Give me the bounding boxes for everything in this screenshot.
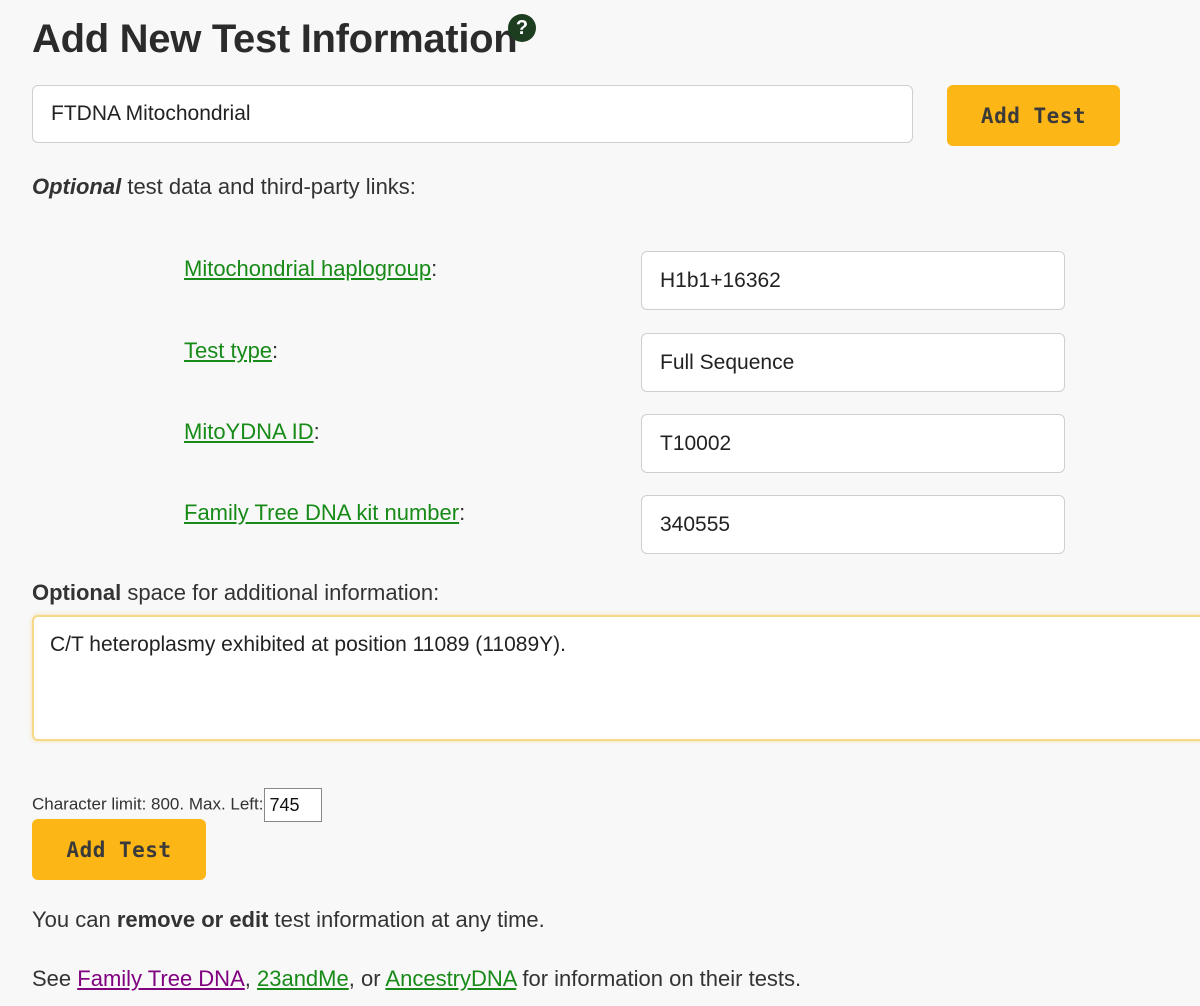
optional-space-heading: Optional space for additional informatio… [32,580,439,606]
page-title: Add New Test Information [32,17,518,61]
remove-edit-after: test information at any time. [268,907,545,932]
haplogroup-link[interactable]: Mitochondrial haplogroup [184,256,431,281]
see-links-note: See Family Tree DNA, 23andMe, or Ancestr… [32,966,801,992]
label-colon: : [431,256,438,281]
add-test-button-top[interactable]: Add Test [947,85,1120,146]
family-tree-dna-link[interactable]: Family Tree DNA [77,966,244,991]
char-limit-row: Character limit: 800. Max. Left: 745 [32,788,323,822]
remove-edit-note: You can remove or edit test information … [32,907,545,933]
label-colon: : [459,500,466,525]
remove-edit-before: You can [32,907,117,932]
ftdna-kit-label: Family Tree DNA kit number: [184,500,465,526]
ftdna-kit-input[interactable] [641,495,1065,554]
test-type-input[interactable] [641,333,1065,392]
chars-left-field: 745 [264,788,323,822]
haplogroup-input[interactable] [641,251,1065,310]
23andme-link[interactable]: 23andMe [257,966,349,991]
optional-emphasis: Optional [32,580,122,605]
optional-emphasis: Optional [32,174,122,199]
label-colon: : [313,419,320,444]
mitoydna-id-input[interactable] [641,414,1065,473]
optional-links-text: test data and third-party links: [121,174,416,199]
haplogroup-label: Mitochondrial haplogroup: [184,256,437,282]
optional-space-text: space for additional information: [121,580,440,605]
see-before: See [32,966,78,991]
see-sep1: , [244,966,257,991]
see-sep2: , or [348,966,386,991]
char-limit-label: Character limit: 800. Max. Left: [32,794,264,814]
remove-edit-bold: remove or edit [116,907,269,932]
additional-info-textarea[interactable]: C/T heteroplasmy exhibited at position 1… [32,615,1200,741]
ancestrydna-link[interactable]: AncestryDNA [385,966,516,991]
optional-links-heading: Optional test data and third-party links… [32,174,416,200]
label-colon: : [272,338,279,363]
ftdna-kit-link[interactable]: Family Tree DNA kit number [184,500,459,525]
test-name-input[interactable] [32,85,913,143]
mitoydna-id-link[interactable]: MitoYDNA ID [184,419,314,444]
see-after: for information on their tests. [516,966,802,991]
add-test-button-bottom[interactable]: Add Test [32,819,206,880]
test-type-label: Test type: [184,338,278,364]
mitoydna-id-label: MitoYDNA ID: [184,419,320,445]
test-type-link[interactable]: Test type [184,338,272,363]
question-circle-icon[interactable]: ? [508,14,536,42]
